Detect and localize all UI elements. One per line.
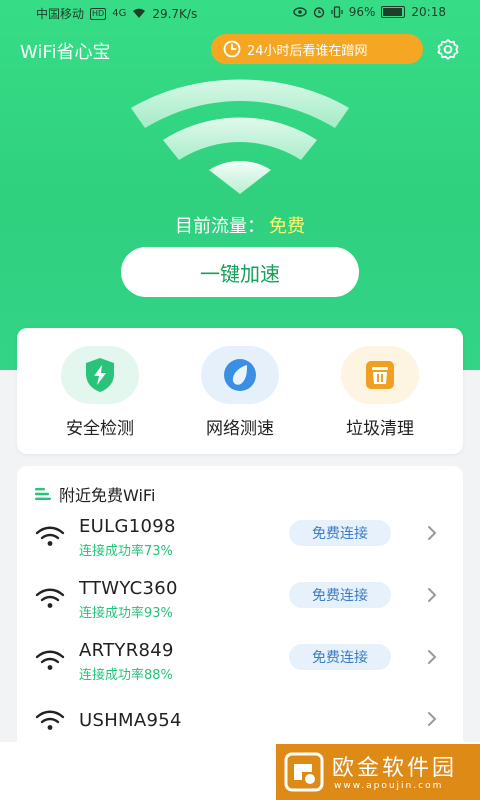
wifi-signal-icon (35, 710, 65, 730)
tool-junk-clean[interactable]: 垃圾清理 (310, 346, 450, 439)
wifi-ssid: USHMA954 (79, 710, 182, 731)
tool-label: 垃圾清理 (346, 419, 414, 439)
tool-icon-bg (201, 346, 279, 404)
wifi-success-rate: 连接成功率88% (79, 668, 173, 683)
app-title: WiFi省心宝 (20, 42, 111, 63)
watermark-url: www.apoujin.com (334, 781, 444, 791)
wifi-signal-icon (35, 526, 65, 546)
chevron-right-icon[interactable] (425, 524, 439, 542)
section-header: 附近免费WiFi (35, 482, 155, 506)
net-speed: 29.7K/s (152, 6, 198, 21)
tool-icon-bg (61, 346, 139, 404)
hd-badge: HD (90, 7, 107, 20)
wifi-list-item[interactable]: ARTYR849 连接成功率88% 免费连接 (17, 636, 463, 696)
tool-icon-bg (341, 346, 419, 404)
status-bar: 中国移动 HD 4G 29.7K/s 96% 20:18 (0, 0, 480, 26)
carrier-name: 中国移动 (36, 7, 85, 21)
wifi-logo-icon (131, 79, 349, 194)
battery-icon (381, 6, 406, 18)
traffic-value: 免费 (269, 216, 305, 237)
chevron-right-icon[interactable] (425, 710, 439, 728)
tool-speed-test[interactable]: 网络测速 (170, 346, 310, 439)
eye-icon (293, 7, 307, 17)
chevron-right-icon[interactable] (425, 586, 439, 604)
wifi-ssid: EULG1098 (79, 516, 176, 537)
wifi-ssid: TTWYC360 (79, 578, 178, 599)
vibrate-icon (331, 6, 343, 18)
traffic-label: 目前流量： (175, 216, 265, 237)
wifi-signal-icon (35, 588, 65, 608)
wifi-ssid: ARTYR849 (79, 640, 174, 661)
nearby-wifi-card: 附近免费WiFi EULG1098 连接成功率73% 免费连接 TTWYC360… (17, 466, 463, 766)
alarm-icon (313, 7, 324, 18)
gear-icon[interactable] (436, 38, 460, 62)
clock-icon (223, 40, 241, 58)
wifi-success-rate: 连接成功率73% (79, 544, 173, 559)
tool-label: 安全检测 (66, 419, 134, 439)
battery-percent: 96% (348, 5, 376, 19)
free-connect-button[interactable]: 免费连接 (289, 644, 391, 670)
watermark-title: 欧金软件园 (332, 756, 458, 781)
trash-icon (366, 361, 394, 389)
tool-security-check[interactable]: 安全检测 (30, 346, 170, 439)
wifi-list-item[interactable]: TTWYC360 连接成功率93% 免费连接 (17, 574, 463, 634)
signal-icon: 4G (112, 8, 127, 19)
wifi-list-item[interactable]: EULG1098 连接成功率73% 免费连接 (17, 512, 463, 572)
list-icon (35, 488, 51, 500)
chevron-right-icon[interactable] (425, 648, 439, 666)
free-connect-button[interactable]: 免费连接 (289, 582, 391, 608)
site-watermark: 欧金软件园 www.apoujin.com (276, 744, 480, 800)
shield-bolt-icon (86, 358, 114, 392)
tool-label: 网络测速 (206, 419, 274, 439)
boost-button[interactable]: 一键加速 (121, 247, 359, 297)
traffic-status: 目前流量： 免费 (0, 212, 480, 238)
promo-button[interactable]: 24小时后看谁在蹭网 (211, 34, 423, 64)
wifi-signal-icon (35, 650, 65, 670)
wifi-status-icon (133, 8, 146, 18)
clock-time: 20:18 (411, 5, 446, 19)
speed-drop-icon (224, 359, 256, 391)
tools-card: 安全检测 网络测速 垃圾清理 (17, 328, 463, 454)
watermark-logo-icon (284, 752, 324, 792)
promo-label: 24小时后看谁在蹭网 (247, 43, 368, 59)
section-title: 附近免费WiFi (59, 486, 156, 505)
free-connect-button[interactable]: 免费连接 (289, 520, 391, 546)
wifi-success-rate: 连接成功率93% (79, 606, 173, 621)
